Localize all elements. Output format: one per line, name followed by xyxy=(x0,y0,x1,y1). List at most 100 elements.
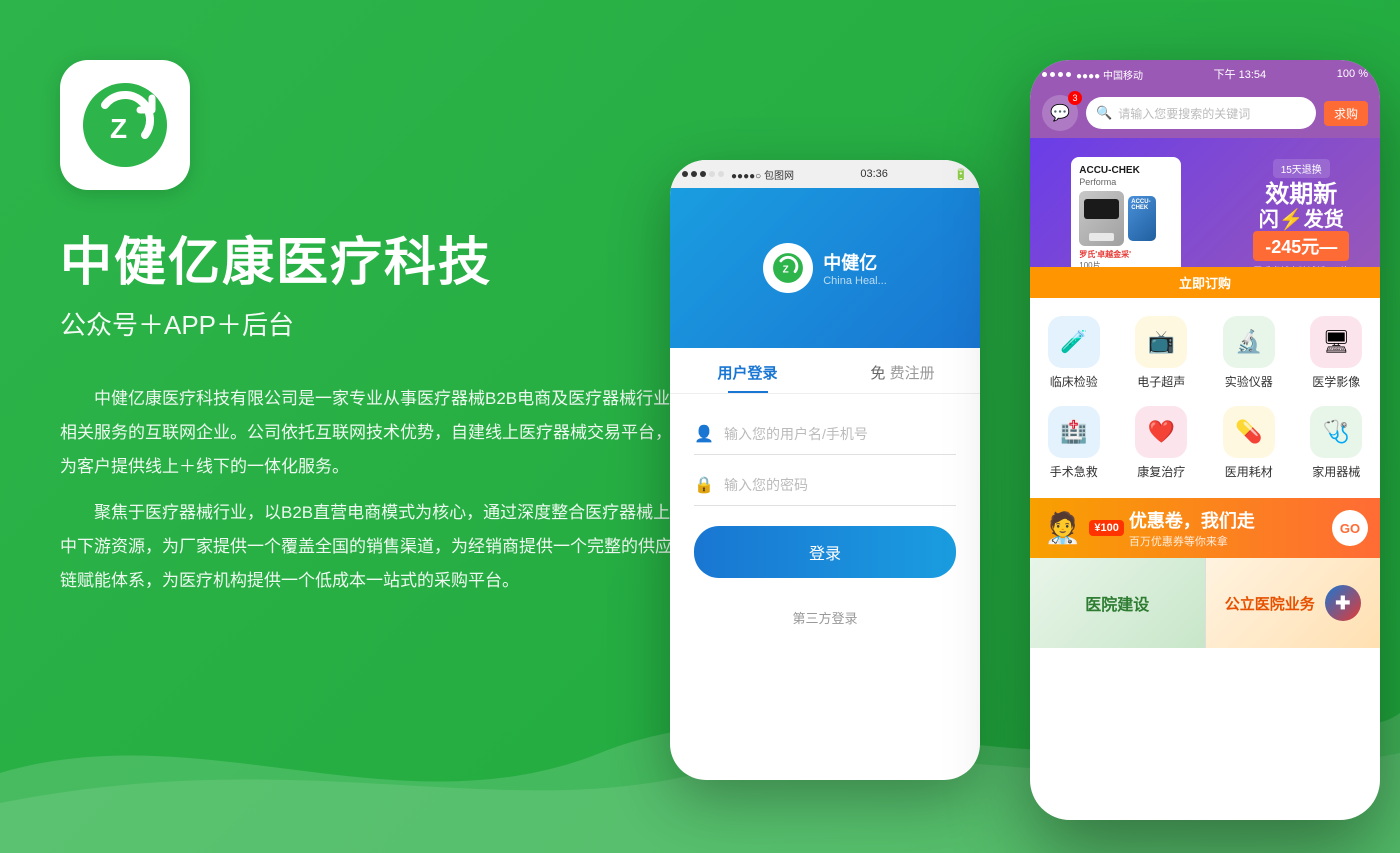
category-item[interactable]: 💊 医用耗材 xyxy=(1205,398,1293,488)
search-bar[interactable]: 🔍 请输入您要搜索的关键词 xyxy=(1086,97,1316,129)
accu-chek-model: Performa xyxy=(1079,177,1173,187)
login-tabs: 用户登录 免 费注册 xyxy=(670,348,980,394)
signal-dot-2 xyxy=(691,171,697,177)
coupon-go-button[interactable]: GO xyxy=(1332,510,1368,546)
coupon-character: 🧑‍⚕️ xyxy=(1044,511,1081,546)
back-logo: Z xyxy=(763,243,813,293)
category-label: 实验仪器 xyxy=(1225,373,1273,390)
signal-1 xyxy=(1042,72,1047,77)
signal-dot-1 xyxy=(682,171,688,177)
desc-para-2: 聚焦于医疗器械行业，以B2B直营电商模式为核心，通过深度整合医疗器械上中下游资源… xyxy=(60,496,680,598)
signal-4 xyxy=(1066,72,1071,77)
product-banner: ACCU-CHEK Performa xyxy=(1030,138,1380,298)
category-icon: 💊 xyxy=(1223,406,1275,458)
promo-price: -245元— xyxy=(1253,231,1349,261)
category-label: 康复治疗 xyxy=(1137,463,1185,480)
test-strip-items: ACCU-CHEK xyxy=(1128,191,1156,246)
coupon-text-area: 优惠卷，我们走 百万优惠券等你来拿 xyxy=(1129,507,1255,549)
meter-slot xyxy=(1089,233,1114,241)
back-battery: 🔋 xyxy=(954,168,968,181)
tab-user-login[interactable]: 用户登录 xyxy=(670,348,825,393)
tab-register[interactable]: 免 费注册 xyxy=(825,348,980,393)
category-label: 家用器械 xyxy=(1312,463,1360,480)
meter-screen xyxy=(1084,199,1119,219)
company-logo-box: Z xyxy=(60,60,190,190)
phone-login: ●●●●○ 包图网 03:36 🔋 Z 中健亿 China Heal... xyxy=(670,160,980,780)
username-placeholder[interactable]: 输入您的用户名/手机号 xyxy=(724,424,868,444)
category-label: 手术急救 xyxy=(1050,463,1098,480)
category-item[interactable]: ❤️ 康复治疗 xyxy=(1118,398,1206,488)
company-subtitle: 公众号＋APP＋后台 xyxy=(60,305,680,342)
front-nav-bar: 💬 3 🔍 请输入您要搜索的关键词 求购 xyxy=(1030,88,1380,138)
coupon-title: 优惠卷，我们走 xyxy=(1129,511,1255,531)
coupon-y100: ¥100 xyxy=(1089,520,1123,536)
category-icon: 🔬 xyxy=(1223,316,1275,368)
back-logo-svg: Z xyxy=(772,252,804,284)
category-icon: 🖥 xyxy=(1310,316,1362,368)
categories-grid: 🧪 临床检验 📺电子超声 🔬 实验仪器 🖥 医学影像 🏥 手术急救 ❤️ 康复治疗 💊 医用耗材 🩺家用器… xyxy=(1030,298,1380,498)
signal-dot-5 xyxy=(718,171,724,177)
chat-badge: 3 xyxy=(1068,91,1082,105)
accu-chek-tag1: 罗氏'卓越金采' xyxy=(1079,249,1173,260)
category-icon: 🏥 xyxy=(1048,406,1100,458)
phone-main-app: ●●●● 中国移动 下午 13:54 100 % 💬 3 🔍 请输入您要搜索的关… xyxy=(1030,60,1380,820)
tab-register-suffix: 费注册 xyxy=(890,365,935,382)
category-item[interactable]: 📺电子超声 xyxy=(1118,308,1206,398)
front-signal: ●●●● 中国移动 xyxy=(1042,67,1143,82)
public-hospital-card[interactable]: 公立医院业务 ✚ xyxy=(1206,558,1381,648)
back-time: 03:36 xyxy=(860,168,888,180)
order-now-button[interactable]: 立即订购 xyxy=(1030,267,1380,298)
category-label: 临床检验 xyxy=(1050,373,1098,390)
tab-register-label: 免 xyxy=(870,365,885,382)
hospital-construction-card[interactable]: 医院建设 xyxy=(1030,558,1206,648)
phones-container: ●●●●○ 包图网 03:36 🔋 Z 中健亿 China Heal... xyxy=(650,0,1400,853)
category-item[interactable]: 🖥 医学影像 xyxy=(1293,308,1381,398)
accu-chek-brand: ACCU-CHEK xyxy=(1079,165,1173,177)
promo-sub-text: 闪⚡发货 xyxy=(1259,209,1344,231)
signal-3 xyxy=(1058,72,1063,77)
front-battery: 100 % xyxy=(1337,68,1368,80)
search-placeholder: 请输入您要搜索的关键词 xyxy=(1118,105,1250,122)
accu-chek-products: ACCU-CHEK xyxy=(1079,191,1173,246)
desc-para-1: 中健亿康医疗科技有限公司是一家专业从事医疗器械B2B电商及医疗器械行业相关服务的… xyxy=(60,382,680,484)
coupon-subtitle: 百万优惠券等你来拿 xyxy=(1129,533,1255,549)
category-label: 医用耗材 xyxy=(1225,463,1273,480)
third-party-login: 第三方登录 xyxy=(694,608,956,627)
category-icon: 🧪 xyxy=(1048,316,1100,368)
category-item[interactable]: 🩺家用器械 xyxy=(1293,398,1381,488)
login-body: 👤 输入您的用户名/手机号 🔒 输入您的密码 登录 第三方登录 xyxy=(670,394,980,647)
back-company-name: 中健亿 xyxy=(823,249,887,275)
category-item[interactable]: 🧪 临床检验 xyxy=(1030,308,1118,398)
category-item[interactable]: 🏥 手术急救 xyxy=(1030,398,1118,488)
signal-2 xyxy=(1050,72,1055,77)
login-button[interactable]: 登录 xyxy=(694,526,956,578)
accu-chek-box: ACCU-CHEK Performa xyxy=(1071,157,1181,279)
company-logo-svg: Z xyxy=(80,80,170,170)
back-company-info: 中健亿 China Heal... xyxy=(823,249,887,287)
category-icon: 📺 xyxy=(1135,316,1187,368)
company-description: 中健亿康医疗科技有限公司是一家专业从事医疗器械B2B电商及医疗器械行业相关服务的… xyxy=(60,382,680,598)
chat-button[interactable]: 💬 3 xyxy=(1042,95,1078,131)
username-input-row: 👤 输入您的用户名/手机号 xyxy=(694,414,956,455)
back-logo-row: Z 中健亿 China Heal... xyxy=(763,243,887,293)
back-header: Z 中健亿 China Heal... xyxy=(670,188,980,348)
signal-dot-3 xyxy=(700,171,706,177)
phone-back-status-bar: ●●●●○ 包图网 03:36 🔋 xyxy=(670,160,980,188)
category-item[interactable]: 🔬 实验仪器 xyxy=(1205,308,1293,398)
promo-exchange-badge: 15天退换 xyxy=(1273,159,1330,178)
left-content-area: Z 中健亿康医疗科技 公众号＋APP＋后台 中健亿康医疗科技有限公司是一家专业从… xyxy=(60,60,680,610)
password-input-row: 🔒 输入您的密码 xyxy=(694,465,956,506)
svg-text:Z: Z xyxy=(110,113,127,144)
category-label: 医学影像 xyxy=(1312,373,1360,390)
search-icon: 🔍 xyxy=(1096,105,1112,121)
test-strip-box: ACCU-CHEK xyxy=(1128,196,1156,241)
coupon-banner[interactable]: 🧑‍⚕️ ¥100 优惠卷，我们走 百万优惠券等你来拿 GO xyxy=(1030,498,1380,558)
password-placeholder[interactable]: 输入您的密码 xyxy=(724,475,808,495)
category-icon: ❤️ xyxy=(1135,406,1187,458)
back-carrier: ●●●●○ 包图网 xyxy=(731,167,794,182)
seek-buy-button[interactable]: 求购 xyxy=(1324,101,1368,126)
public-hospital-label: 公立医院业务 xyxy=(1225,593,1315,614)
promo-title: 效期新 xyxy=(1265,182,1337,208)
svg-text:Z: Z xyxy=(783,265,789,276)
cross-icon: ✚ xyxy=(1325,585,1361,621)
